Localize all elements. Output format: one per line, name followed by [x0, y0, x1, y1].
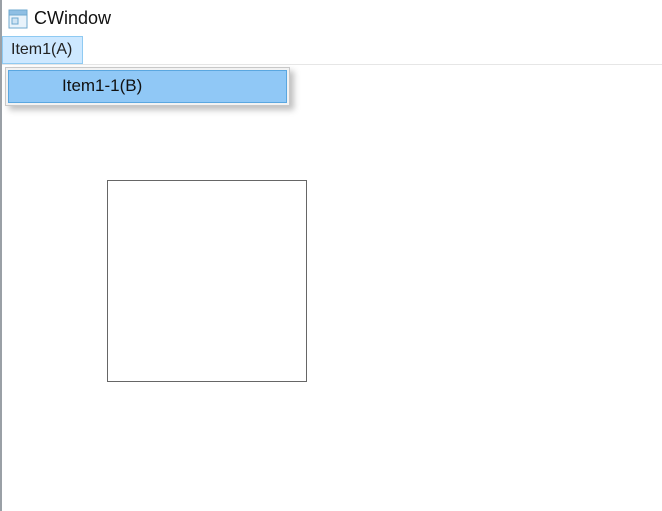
dropdown-item-item1-1[interactable]: Item1-1(B)	[8, 70, 287, 103]
canvas-box	[107, 180, 307, 382]
dropdown-item-label: Item1-1(B)	[62, 76, 142, 95]
menu-item-item1[interactable]: Item1(A)	[2, 36, 83, 64]
dropdown-menu: Item1-1(B)	[5, 67, 290, 106]
menu-item-label: Item1(A)	[11, 41, 72, 58]
menubar: Item1(A)	[2, 35, 662, 65]
titlebar: CWindow	[2, 0, 662, 35]
menubar-divider	[83, 49, 662, 50]
app-icon	[8, 9, 28, 29]
window-title: CWindow	[34, 8, 111, 29]
